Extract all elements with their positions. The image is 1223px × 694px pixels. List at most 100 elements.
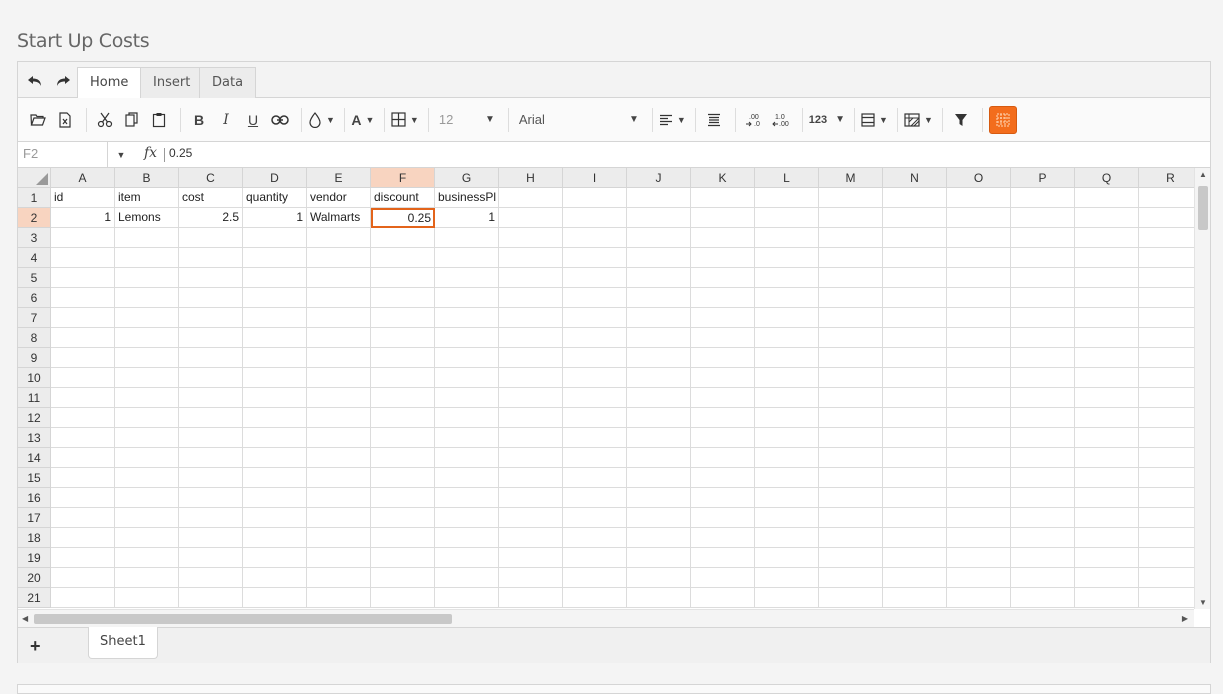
- cell-e7[interactable]: [307, 308, 371, 328]
- cell-k2[interactable]: [691, 208, 755, 228]
- column-header-n[interactable]: N: [883, 168, 947, 188]
- cell-c10[interactable]: [179, 368, 243, 388]
- cell-i15[interactable]: [563, 468, 627, 488]
- cell-f17[interactable]: [371, 508, 435, 528]
- cell-b11[interactable]: [115, 388, 179, 408]
- cell-e17[interactable]: [307, 508, 371, 528]
- cell-k12[interactable]: [691, 408, 755, 428]
- cell-i19[interactable]: [563, 548, 627, 568]
- cell-d20[interactable]: [243, 568, 307, 588]
- cell-l10[interactable]: [755, 368, 819, 388]
- cell-o18[interactable]: [947, 528, 1011, 548]
- cell-i8[interactable]: [563, 328, 627, 348]
- cell-b19[interactable]: [115, 548, 179, 568]
- cell-c15[interactable]: [179, 468, 243, 488]
- cell-i9[interactable]: [563, 348, 627, 368]
- paste-icon[interactable]: [147, 107, 171, 133]
- cell-g20[interactable]: [435, 568, 499, 588]
- cell-k5[interactable]: [691, 268, 755, 288]
- cell-l3[interactable]: [755, 228, 819, 248]
- cell-b18[interactable]: [115, 528, 179, 548]
- cell-j20[interactable]: [627, 568, 691, 588]
- cell-m6[interactable]: [819, 288, 883, 308]
- row-header-11[interactable]: 11: [18, 388, 51, 408]
- cell-k6[interactable]: [691, 288, 755, 308]
- cell-i14[interactable]: [563, 448, 627, 468]
- row-header-3[interactable]: 3: [18, 228, 51, 248]
- cell-j4[interactable]: [627, 248, 691, 268]
- cell-a18[interactable]: [51, 528, 115, 548]
- cell-c5[interactable]: [179, 268, 243, 288]
- cell-g9[interactable]: [435, 348, 499, 368]
- cell-b5[interactable]: [115, 268, 179, 288]
- cell-f13[interactable]: [371, 428, 435, 448]
- cell-o7[interactable]: [947, 308, 1011, 328]
- cell-b16[interactable]: [115, 488, 179, 508]
- cell-n20[interactable]: [883, 568, 947, 588]
- column-header-j[interactable]: J: [627, 168, 691, 188]
- cell-j14[interactable]: [627, 448, 691, 468]
- cell-r12[interactable]: [1139, 408, 1194, 428]
- cell-r7[interactable]: [1139, 308, 1194, 328]
- cell-k21[interactable]: [691, 588, 755, 608]
- cell-n15[interactable]: [883, 468, 947, 488]
- cell-m17[interactable]: [819, 508, 883, 528]
- cell-p13[interactable]: [1011, 428, 1075, 448]
- cell-k14[interactable]: [691, 448, 755, 468]
- cell-r8[interactable]: [1139, 328, 1194, 348]
- cell-f7[interactable]: [371, 308, 435, 328]
- cell-e14[interactable]: [307, 448, 371, 468]
- cell-n17[interactable]: [883, 508, 947, 528]
- cell-e21[interactable]: [307, 588, 371, 608]
- cell-b7[interactable]: [115, 308, 179, 328]
- cell-q17[interactable]: [1075, 508, 1139, 528]
- cell-g1[interactable]: businessPl: [435, 188, 499, 208]
- cell-a17[interactable]: [51, 508, 115, 528]
- cell-c7[interactable]: [179, 308, 243, 328]
- cell-g8[interactable]: [435, 328, 499, 348]
- cell-d14[interactable]: [243, 448, 307, 468]
- cell-o5[interactable]: [947, 268, 1011, 288]
- cell-c18[interactable]: [179, 528, 243, 548]
- cell-o21[interactable]: [947, 588, 1011, 608]
- cell-d11[interactable]: [243, 388, 307, 408]
- cell-f12[interactable]: [371, 408, 435, 428]
- cell-i10[interactable]: [563, 368, 627, 388]
- cell-m1[interactable]: [819, 188, 883, 208]
- cell-n9[interactable]: [883, 348, 947, 368]
- column-header-p[interactable]: P: [1011, 168, 1075, 188]
- cell-g13[interactable]: [435, 428, 499, 448]
- cell-d8[interactable]: [243, 328, 307, 348]
- cell-d6[interactable]: [243, 288, 307, 308]
- cell-d12[interactable]: [243, 408, 307, 428]
- cell-a10[interactable]: [51, 368, 115, 388]
- copy-icon[interactable]: [120, 107, 144, 133]
- cell-f4[interactable]: [371, 248, 435, 268]
- cell-k1[interactable]: [691, 188, 755, 208]
- horizontal-scrollbar[interactable]: ◀ ▶: [18, 609, 1194, 627]
- cell-p1[interactable]: [1011, 188, 1075, 208]
- cell-a15[interactable]: [51, 468, 115, 488]
- column-header-f[interactable]: F: [371, 168, 435, 188]
- cell-a19[interactable]: [51, 548, 115, 568]
- cell-f15[interactable]: [371, 468, 435, 488]
- cell-c21[interactable]: [179, 588, 243, 608]
- cell-o3[interactable]: [947, 228, 1011, 248]
- cell-k13[interactable]: [691, 428, 755, 448]
- cell-b17[interactable]: [115, 508, 179, 528]
- align-button[interactable]: ▼: [659, 107, 686, 133]
- cell-q1[interactable]: [1075, 188, 1139, 208]
- scroll-up-icon[interactable]: ▲: [1199, 170, 1207, 179]
- cell-r17[interactable]: [1139, 508, 1194, 528]
- cell-q6[interactable]: [1075, 288, 1139, 308]
- cell-j17[interactable]: [627, 508, 691, 528]
- column-header-i[interactable]: I: [563, 168, 627, 188]
- cell-e19[interactable]: [307, 548, 371, 568]
- cell-o1[interactable]: [947, 188, 1011, 208]
- cell-a8[interactable]: [51, 328, 115, 348]
- cell-l16[interactable]: [755, 488, 819, 508]
- column-header-l[interactable]: L: [755, 168, 819, 188]
- cell-a3[interactable]: [51, 228, 115, 248]
- cell-j6[interactable]: [627, 288, 691, 308]
- cell-m15[interactable]: [819, 468, 883, 488]
